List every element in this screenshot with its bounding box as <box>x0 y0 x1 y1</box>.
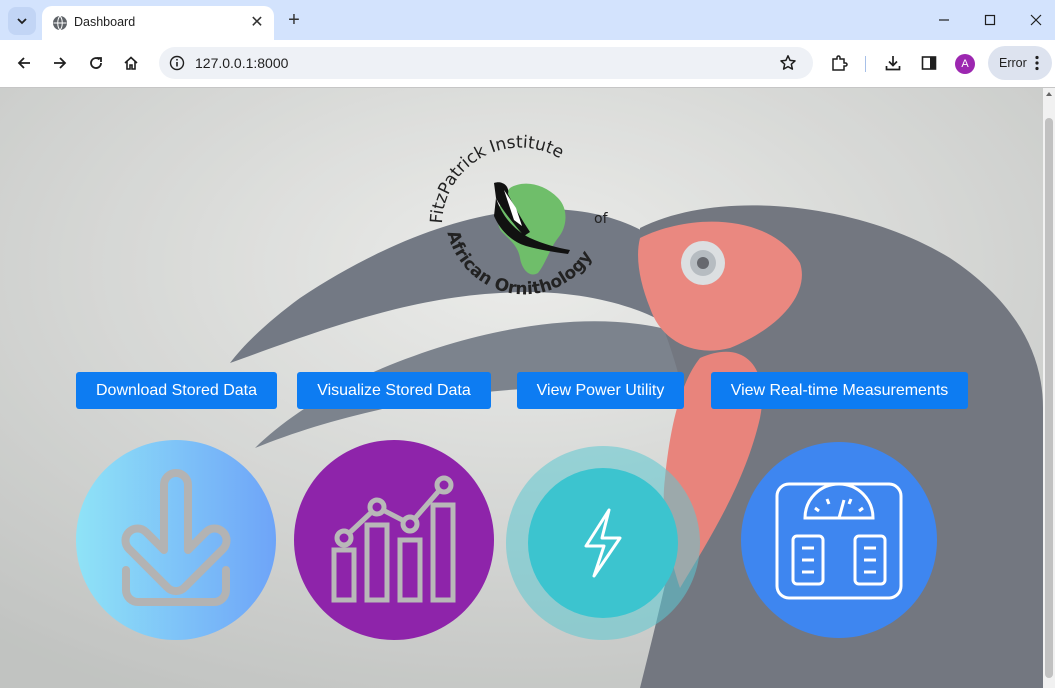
bar-line-chart-icon <box>331 475 456 603</box>
home-icon[interactable] <box>120 52 142 74</box>
tab-title: Dashboard <box>74 15 136 29</box>
url-text: 127.0.0.1:8000 <box>195 55 289 71</box>
page-viewport: FitzPatrick Institute of African Ornitho… <box>0 88 1043 688</box>
download-data-tile[interactable] <box>76 440 276 640</box>
extensions-puzzle-icon[interactable] <box>828 52 850 74</box>
address-bar[interactable]: 127.0.0.1:8000 <box>159 47 813 79</box>
toolbar-divider <box>865 56 866 72</box>
back-arrow-icon[interactable] <box>13 52 35 74</box>
view-power-utility-button[interactable]: View Power Utility <box>517 372 684 409</box>
logo-of-text: of <box>594 211 609 227</box>
lightning-bolt-icon <box>584 508 622 578</box>
side-panel-icon[interactable] <box>918 52 940 74</box>
error-status-button[interactable]: Error <box>988 46 1052 80</box>
maximize-window-icon[interactable] <box>976 8 1004 32</box>
scroll-up-arrow-icon[interactable] <box>1046 92 1052 96</box>
error-status-label: Error <box>999 56 1027 70</box>
new-tab-button[interactable]: + <box>284 10 304 30</box>
visualize-data-tile[interactable] <box>294 440 494 640</box>
browser-tab[interactable]: Dashboard ✕ <box>42 6 274 40</box>
bookmark-star-icon[interactable] <box>777 52 799 74</box>
profile-avatar[interactable]: A <box>955 54 975 74</box>
power-utility-tile[interactable] <box>506 446 700 640</box>
view-realtime-measurements-button[interactable]: View Real-time Measurements <box>711 372 968 409</box>
download-stored-data-button[interactable]: Download Stored Data <box>76 372 277 409</box>
download-icon[interactable] <box>882 52 904 74</box>
more-menu-icon <box>1035 55 1039 71</box>
chevron-down-icon <box>17 18 27 25</box>
download-tray-icon <box>121 469 231 606</box>
scrollbar-thumb[interactable] <box>1045 118 1053 678</box>
fitzpatrick-institute-logo: FitzPatrick Institute of African Ornitho… <box>427 133 609 300</box>
close-tab-icon[interactable]: ✕ <box>248 13 266 31</box>
page-scrollbar[interactable] <box>1043 88 1055 688</box>
tab-search-button[interactable] <box>8 7 36 35</box>
forward-arrow-icon[interactable] <box>49 52 71 74</box>
close-window-icon[interactable] <box>1022 8 1050 32</box>
browser-toolbar: 127.0.0.1:8000 A Error <box>0 40 1055 88</box>
weighing-scale-icon <box>775 482 903 600</box>
site-info-icon[interactable] <box>166 52 188 74</box>
visualize-stored-data-button[interactable]: Visualize Stored Data <box>297 372 491 409</box>
reload-icon[interactable] <box>85 52 107 74</box>
minimize-window-icon[interactable] <box>930 8 958 32</box>
globe-icon <box>53 15 67 31</box>
realtime-measurements-tile[interactable] <box>741 442 937 638</box>
tab-strip: Dashboard ✕ + <box>0 0 1055 40</box>
